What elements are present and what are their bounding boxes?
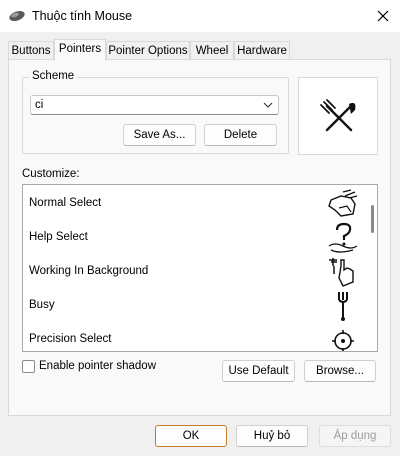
close-icon [377,10,389,22]
pointer-shadow-checkbox[interactable] [22,360,35,373]
chevron-down-icon [263,102,273,108]
save-as-button[interactable]: Save As... [123,124,196,146]
fork-icon [338,292,348,321]
cursor-preview [298,77,378,155]
list-item[interactable]: Normal Select [23,187,367,221]
list-item[interactable]: Busy [23,289,367,323]
list-item[interactable]: Help Select [23,221,367,255]
tab-wheel[interactable]: Wheel [190,41,234,59]
scheme-select[interactable]: ci [30,95,279,115]
fork-knife-icon [320,99,356,132]
scheme-group-label: Scheme [29,70,78,82]
apply-button[interactable]: Áp dụng [319,425,391,447]
hand-fork-icon [329,258,354,287]
scroll-thumb[interactable] [371,205,374,233]
use-default-button[interactable]: Use Default [222,360,295,382]
tab-pointer-options[interactable]: Pointer Options [106,41,190,59]
list-item-label: Normal Select [29,197,102,209]
window-title: Thuộc tính Mouse [32,9,133,23]
tab-buttons[interactable]: Buttons [8,41,54,59]
list-scrollbar[interactable] [367,185,377,351]
tab-pointers[interactable]: Pointers [54,39,106,61]
list-item-label: Working In Background [29,265,149,277]
list-item[interactable]: Working In Background [23,255,367,289]
list-item[interactable]: Precision Select [23,323,367,351]
mouse-icon [8,10,26,22]
crosshair-icon [332,330,354,351]
browse-button[interactable]: Browse... [304,360,376,382]
hand-question-icon [328,222,358,253]
list-item-label: Precision Select [29,333,112,345]
customize-label: Customize: [22,168,80,180]
pointing-hand-icon [328,189,358,217]
close-button[interactable] [366,0,400,32]
title-bar: Thuộc tính Mouse [0,0,400,32]
list-item-label: Help Select [29,231,88,243]
cancel-button[interactable]: Huỷ bỏ [236,425,308,447]
ok-button[interactable]: OK [155,425,227,447]
mouse-properties-dialog: Thuộc tính Mouse Buttons Pointers Pointe… [0,0,400,456]
list-item-label: Busy [29,299,55,311]
cursor-list[interactable]: Normal Select Help Select Working In Bac… [22,184,378,352]
scheme-select-value: ci [35,99,44,111]
pointer-shadow-label: Enable pointer shadow [39,360,156,372]
tab-hardware[interactable]: Hardware [234,41,290,59]
delete-button[interactable]: Delete [204,124,277,146]
